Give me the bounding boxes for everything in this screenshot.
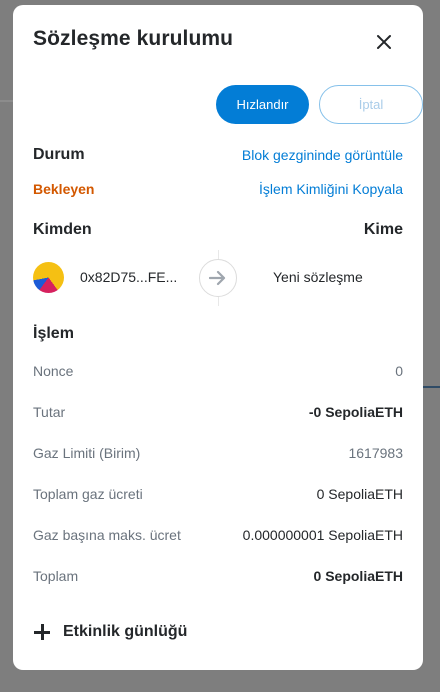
detail-key: Gaz başına maks. ücret: [33, 527, 181, 543]
detail-value: 0 SepoliaETH: [316, 486, 403, 502]
detail-key: Toplam: [33, 568, 79, 584]
view-on-explorer-link[interactable]: Blok gezgininde görüntüle: [242, 147, 403, 163]
speed-up-button[interactable]: Hızlandır: [216, 85, 309, 124]
detail-value: 1617983: [348, 445, 403, 461]
sender-recipient: 0x82D75...FE... Yeni sözleşme: [13, 250, 423, 306]
plus-icon: [33, 623, 51, 641]
copy-transaction-id-link[interactable]: İşlem Kimliğini Kopyala: [259, 181, 403, 197]
account-avatar: [33, 262, 64, 293]
detail-value: 0 SepoliaETH: [313, 568, 403, 584]
detail-row-max-fee-per-gas: Gaz başına maks. ücret 0.000000001 Sepol…: [33, 527, 403, 547]
status-badge: Bekleyen: [33, 181, 95, 197]
cancel-button[interactable]: İptal: [319, 85, 423, 124]
status-heading: Durum: [33, 146, 85, 163]
from-address[interactable]: 0x82D75...FE...: [80, 269, 177, 285]
detail-row-gas-limit: Gaz Limiti (Birim) 1617983: [33, 445, 403, 465]
detail-key: Toplam gaz ücreti: [33, 486, 143, 502]
detail-value: -0 SepoliaETH: [308, 404, 403, 420]
status-state-row: Bekleyen İşlem Kimliğini Kopyala: [33, 181, 403, 201]
to-label: Kime: [363, 221, 403, 238]
background-accent-line: [422, 386, 440, 388]
action-buttons: Hızlandır İptal: [13, 85, 423, 125]
to-recipient: Yeni sözleşme: [273, 269, 363, 285]
modal-title: Sözleşme kurulumu: [33, 27, 234, 50]
from-label: Kimden: [33, 221, 92, 238]
transaction-heading: İşlem: [33, 325, 74, 342]
activity-log-toggle[interactable]: Etkinlik günlüğü: [33, 623, 187, 641]
detail-row-total: Toplam 0 SepoliaETH: [33, 568, 403, 588]
detail-row-nonce: Nonce 0: [33, 363, 403, 383]
arrow-right-icon: [199, 259, 237, 297]
detail-value: 0.000000001 SepoliaETH: [242, 527, 403, 543]
modal-header: Sözleşme kurulumu: [33, 27, 403, 57]
transaction-details-modal: Sözleşme kurulumu Hızlandır İptal Durum …: [13, 5, 423, 670]
detail-row-total-gas-fee: Toplam gaz ücreti 0 SepoliaETH: [33, 486, 403, 506]
detail-key: Tutar: [33, 404, 66, 420]
close-icon: [377, 35, 391, 49]
detail-value: 0: [395, 363, 403, 379]
activity-log-label: Etkinlik günlüğü: [63, 623, 188, 640]
detail-key: Nonce: [33, 363, 74, 379]
status-row: Durum Blok gezgininde görüntüle: [33, 146, 403, 166]
detail-key: Gaz Limiti (Birim): [33, 445, 141, 461]
close-button[interactable]: [371, 29, 397, 55]
from-to-labels: Kimden Kime: [33, 221, 403, 241]
detail-row-amount: Tutar -0 SepoliaETH: [33, 404, 403, 424]
background-divider: [0, 100, 14, 102]
